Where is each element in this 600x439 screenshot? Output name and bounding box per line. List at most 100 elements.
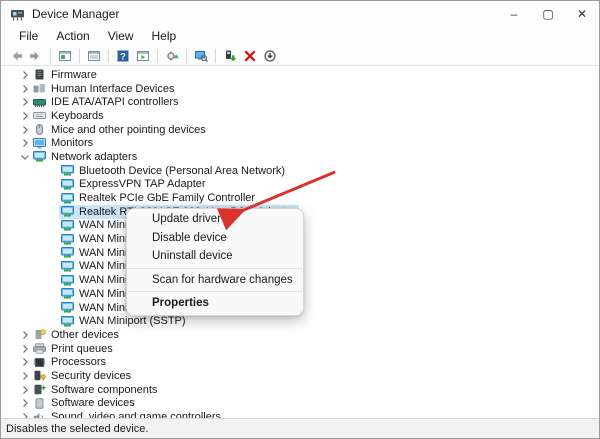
network-icon (61, 220, 74, 231)
context-menu: Update driverDisable deviceUninstall dev… (126, 208, 304, 316)
update-driver-icon[interactable] (221, 47, 239, 64)
keyboard-icon (33, 110, 46, 121)
chevron-down-icon[interactable] (19, 151, 31, 163)
monitor-icon (33, 138, 46, 149)
chevron-right-icon[interactable] (19, 96, 31, 108)
tree-item[interactable]: Other devices (1, 328, 599, 342)
processor-icon (33, 357, 46, 368)
tree-item[interactable]: Software devices (1, 397, 599, 411)
printer-icon (33, 343, 46, 354)
network-icon (33, 151, 46, 162)
tree-item[interactable]: Print queues (1, 342, 599, 356)
chevron-right-icon[interactable] (19, 411, 31, 418)
export-list-icon[interactable] (85, 47, 103, 64)
back-icon[interactable] (7, 47, 25, 64)
chevron-right-icon[interactable] (19, 343, 31, 355)
toolbar-separator (186, 49, 187, 63)
tree-item-label: Human Interface Devices (51, 83, 175, 95)
ide-icon (33, 97, 46, 108)
close-button[interactable]: ✕ (565, 1, 599, 27)
menu-item-update-driver[interactable]: Update driver (127, 210, 303, 229)
tree-item[interactable]: IDE ATA/ATAPI controllers (1, 95, 599, 109)
menu-item-disable-device[interactable]: Disable device (127, 229, 303, 248)
mouse-icon (33, 124, 46, 135)
tree-item-label: Sound, video and game controllers (51, 411, 221, 418)
chevron-right-icon[interactable] (19, 384, 31, 396)
tree-item[interactable]: ExpressVPN TAP Adapter (1, 178, 599, 192)
menu-item-scan-for-hardware-changes[interactable]: Scan for hardware changes (127, 271, 303, 290)
device-manager-app-icon (10, 7, 25, 22)
network-icon (61, 302, 74, 313)
action-pane-icon[interactable] (134, 47, 152, 64)
title-bar: Device Manager – ▢ ✕ (1, 1, 599, 27)
menu-item-uninstall-device[interactable]: Uninstall device (127, 247, 303, 266)
menu-item-properties[interactable]: Properties (127, 294, 303, 313)
tree-item[interactable]: Processors (1, 355, 599, 369)
context-menu-separator (128, 268, 302, 269)
tree-item[interactable]: Monitors (1, 136, 599, 150)
search-computer-icon[interactable] (192, 47, 210, 64)
uninstall-device-icon[interactable] (241, 47, 259, 64)
tree-item[interactable]: Human Interface Devices (1, 82, 599, 96)
hid-icon (33, 83, 46, 94)
tree-item-label: WAN Miniport (SSTP) (79, 315, 186, 327)
tree-item[interactable]: Security devices (1, 369, 599, 383)
tree-item[interactable]: Keyboards (1, 109, 599, 123)
toolbar-separator (50, 49, 51, 63)
tree-item[interactable]: WAN Miniport (SSTP) (1, 314, 599, 328)
other-icon (33, 329, 46, 340)
toolbar-separator (215, 49, 216, 63)
tree-item[interactable]: Software components (1, 383, 599, 397)
tree-item-label: Firmware (51, 69, 97, 81)
menu-view[interactable]: View (100, 28, 142, 45)
maximize-button[interactable]: ▢ (531, 1, 565, 27)
sound-icon (33, 412, 46, 418)
tree-item[interactable]: Sound, video and game controllers (1, 410, 599, 418)
tree-item-label: Security devices (51, 370, 131, 382)
tree-item-label: Monitors (51, 137, 93, 149)
status-bar: Disables the selected device. (1, 418, 599, 438)
tree-item[interactable]: Mice and other pointing devices (1, 123, 599, 137)
chevron-right-icon[interactable] (19, 370, 31, 382)
toolbar: ? (1, 46, 599, 66)
help-icon[interactable]: ? (114, 47, 132, 64)
tree-item-label: ExpressVPN TAP Adapter (79, 178, 206, 190)
svg-text:?: ? (120, 51, 126, 62)
chevron-right-icon[interactable] (19, 137, 31, 149)
chevron-right-icon[interactable] (19, 110, 31, 122)
network-icon (61, 247, 74, 258)
tree-item[interactable]: Firmware (1, 68, 599, 82)
disable-device-icon[interactable] (261, 47, 279, 64)
tree-item-label: Mice and other pointing devices (51, 124, 206, 136)
tree-item-label: Realtek PCIe GbE Family Controller (79, 192, 255, 204)
sw-dev-icon (33, 398, 46, 409)
forward-icon[interactable] (27, 47, 45, 64)
tree-item-label: Software components (51, 384, 157, 396)
tree-item[interactable]: Bluetooth Device (Personal Area Network) (1, 164, 599, 178)
scan-hardware-changes-icon[interactable] (163, 47, 181, 64)
network-icon (61, 275, 74, 286)
show-console-tree-icon[interactable] (56, 47, 74, 64)
toolbar-separator (157, 49, 158, 63)
network-icon (61, 193, 74, 204)
minimize-button[interactable]: – (497, 1, 531, 27)
chevron-right-icon[interactable] (19, 329, 31, 341)
menu-action[interactable]: Action (48, 28, 97, 45)
network-icon (61, 316, 74, 327)
chevron-right-icon[interactable] (19, 397, 31, 409)
chevron-right-icon[interactable] (19, 83, 31, 95)
chevron-right-icon[interactable] (19, 69, 31, 81)
chevron-right-icon[interactable] (19, 356, 31, 368)
sw-comp-icon (33, 384, 46, 395)
network-icon (61, 288, 74, 299)
chevron-right-icon[interactable] (19, 124, 31, 136)
tree-item-label: IDE ATA/ATAPI controllers (51, 96, 179, 108)
tree-item-label: Processors (51, 356, 106, 368)
tree-item[interactable]: Network adapters (1, 150, 599, 164)
tree-item[interactable]: Realtek PCIe GbE Family Controller (1, 191, 599, 205)
menu-file[interactable]: File (11, 28, 46, 45)
menu-help[interactable]: Help (144, 28, 185, 45)
network-icon (61, 179, 74, 190)
tree-item-label: Software devices (51, 397, 135, 409)
status-text: Disables the selected device. (6, 423, 148, 435)
